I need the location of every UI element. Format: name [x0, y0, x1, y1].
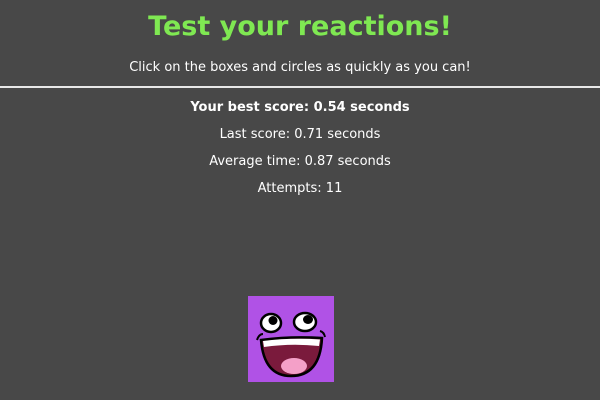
best-score-text: Your best score: 0.54 seconds: [190, 100, 410, 115]
attempts-text: Attempts: 11: [257, 181, 343, 196]
last-score-text: Last score: 0.71 seconds: [219, 127, 381, 142]
divider: [0, 86, 600, 88]
reaction-target-box[interactable]: [248, 296, 334, 382]
instructions-text: Click on the boxes and circles as quickl…: [129, 60, 471, 75]
awesome-smiley-face-icon: [256, 311, 326, 378]
game-area: Test your reactions! Click on the boxes …: [0, 0, 600, 400]
page-title: Test your reactions!: [148, 11, 452, 42]
average-time-text: Average time: 0.87 seconds: [209, 154, 391, 169]
